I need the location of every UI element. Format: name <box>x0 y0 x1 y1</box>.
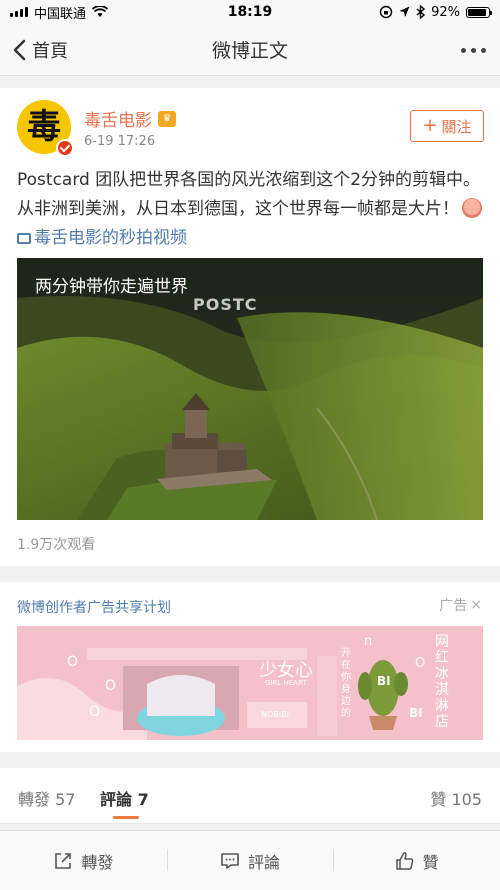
verified-badge-icon <box>56 139 74 157</box>
post-text: Postcard 团队把世界各国的风光浓缩到这个2分钟的剪辑中。从非洲到美洲，从… <box>17 166 487 253</box>
video-link-icon <box>17 233 31 244</box>
repost-label: 轉發 <box>81 852 114 872</box>
signal-icon <box>10 7 28 17</box>
ad-banner-vertical-text: 开在你身边的 <box>341 648 351 719</box>
page-title: 微博正文 <box>211 40 288 62</box>
ad-banner-letter: O <box>415 656 426 671</box>
tab-likes[interactable]: 贊 105 <box>430 786 482 810</box>
more-dot-icon <box>481 47 486 53</box>
post-time: 6-19 17:26 <box>84 134 156 149</box>
ad-banner-letter: O <box>67 654 79 670</box>
like-button[interactable]: 贊 <box>333 831 500 890</box>
close-icon[interactable]: × <box>470 597 482 613</box>
battery-percent: 92% <box>431 4 460 20</box>
ad-title[interactable]: 微博创作者广告共享计划 <box>17 597 171 617</box>
ad-banner[interactable]: O O O 少女心 GIRL HEART NOBIBI 开在你身边的 n O B… <box>17 626 483 740</box>
video-watermark: POSTC <box>193 295 258 314</box>
bluetooth-icon <box>416 5 426 19</box>
back-button[interactable]: 首頁 <box>12 24 68 76</box>
tab-active-indicator <box>113 816 139 819</box>
nav-bar: 首頁 微博正文 <box>0 24 500 76</box>
status-right: 92% <box>379 4 492 20</box>
ad-banner-subtitle: GIRL HEART <box>265 679 307 687</box>
interaction-tabs: 轉發 57 評論 7 贊 105 <box>0 768 500 824</box>
bottom-action-bar: 轉發 評論 贊 <box>0 830 500 890</box>
ad-banner-vertical-text: 网红冰淇淋店 <box>435 634 449 730</box>
carrier-name: 中国联通 <box>34 6 87 22</box>
more-dot-icon <box>471 47 476 53</box>
post-card: 毒 毒舌电影 ♛ 6-19 17:26 + 關注 Postcard 团队把世界各… <box>0 88 500 566</box>
wifi-icon <box>92 6 109 17</box>
view-count: 1.9万次观看 <box>17 537 96 553</box>
location-icon <box>399 6 410 17</box>
status-bar: 中国联通 18:19 92% <box>0 0 500 24</box>
ad-banner-box-label: NOBIBI <box>261 710 289 719</box>
ad-label: 广告 <box>439 598 468 614</box>
avatar-glyph: 毒 <box>27 107 61 147</box>
video-link[interactable]: 毒舌电影的秒拍视频 <box>17 228 187 248</box>
status-left: 中国联通 <box>10 3 109 22</box>
ad-banner-letter: BI <box>409 706 423 720</box>
more-button[interactable] <box>461 24 486 76</box>
follow-label: 關注 <box>441 117 472 136</box>
thumbs-up-icon <box>395 851 414 870</box>
post-text-main: Postcard 团队把世界各国的风光浓缩到这个2分钟的剪辑中。从非洲到美洲，从… <box>17 170 481 219</box>
follow-button[interactable]: + 關注 <box>410 110 484 142</box>
tab-comments[interactable]: 評論 7 <box>100 786 149 810</box>
comment-button[interactable]: 評論 <box>166 831 334 890</box>
video-link-label: 毒舌电影的秒拍视频 <box>34 228 187 248</box>
chevron-left-icon <box>13 39 26 61</box>
like-label: 贊 <box>422 852 439 872</box>
video-caption: 两分钟带你走遍世界 <box>35 277 188 297</box>
battery-icon <box>466 6 492 18</box>
more-dot-icon <box>461 47 466 53</box>
comment-label: 評論 <box>248 852 281 872</box>
ad-banner-letter: BI <box>377 674 391 688</box>
vip-crown-icon: ♛ <box>158 110 176 127</box>
ad-label-group: 广告 × <box>439 595 482 615</box>
avatar[interactable]: 毒 <box>17 100 74 157</box>
emoji-icon <box>462 198 482 218</box>
comment-icon <box>221 852 239 869</box>
author-name: 毒舌电影 <box>84 111 152 131</box>
plus-icon: + <box>422 115 438 136</box>
lock-rotation-icon <box>379 5 393 19</box>
ad-banner-letter: O <box>89 704 101 720</box>
back-label: 首頁 <box>32 41 68 62</box>
post-author[interactable]: 毒舌电影 ♛ <box>84 106 176 131</box>
ad-card: 微博创作者广告共享计划 广告 × O O O 少女心 GIRL HEART NO… <box>0 582 500 752</box>
ad-banner-letter: O <box>105 678 117 694</box>
tab-reposts[interactable]: 轉發 57 <box>18 786 75 810</box>
repost-icon <box>55 852 72 869</box>
ad-banner-graphic <box>17 626 483 740</box>
repost-button[interactable]: 轉發 <box>0 831 167 890</box>
video-player[interactable]: 两分钟带你走遍世界 POSTC <box>17 258 483 520</box>
ad-banner-letter: n <box>364 634 373 649</box>
